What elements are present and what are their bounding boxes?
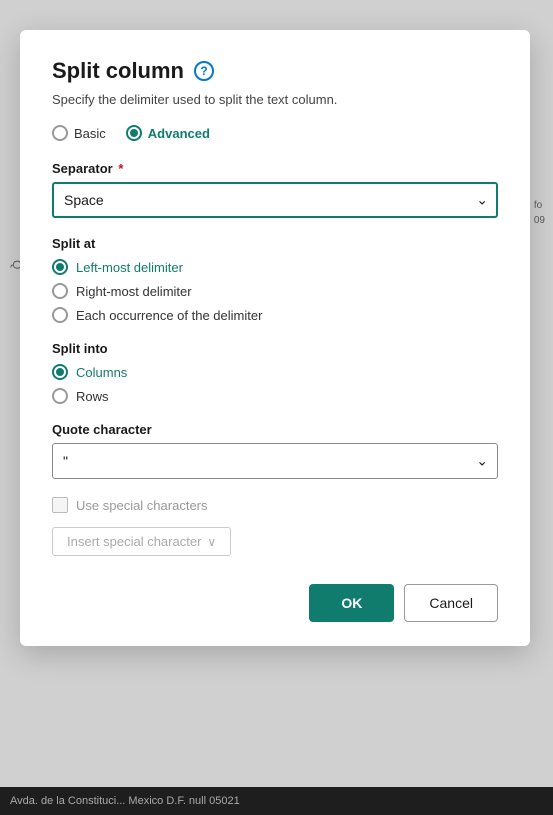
split-into-rows-label: Rows [76, 389, 109, 404]
split-at-rightmost-label: Right-most delimiter [76, 284, 192, 299]
split-at-each-radio[interactable] [52, 307, 68, 323]
mode-basic-label: Basic [74, 126, 106, 141]
separator-select[interactable]: Space Comma Tab Semicolon Custom [52, 182, 498, 218]
split-into-label: Split into [52, 341, 498, 356]
split-at-leftmost-radio[interactable] [52, 259, 68, 275]
split-at-each-label: Each occurrence of the delimiter [76, 308, 262, 323]
split-into-columns-label: Columns [76, 365, 127, 380]
insert-special-character-label: Insert special character [67, 534, 201, 549]
mode-radio-row: Basic Advanced [52, 125, 498, 141]
split-at-section: Split at Left-most delimiter Right-most … [52, 236, 498, 323]
dialog-subtitle: Specify the delimiter used to split the … [52, 92, 498, 107]
mode-advanced-radio[interactable] [126, 125, 142, 141]
cancel-button[interactable]: Cancel [404, 584, 498, 622]
insert-special-character-arrow-icon: ∨ [207, 535, 216, 549]
bottom-bar: Avda. de la Constituci... Mexico D.F. nu… [0, 787, 553, 815]
mode-basic-option[interactable]: Basic [52, 125, 106, 141]
split-into-columns-option[interactable]: Columns [52, 364, 498, 380]
split-at-label: Split at [52, 236, 498, 251]
split-into-rows-option[interactable]: Rows [52, 388, 498, 404]
split-at-rightmost-option[interactable]: Right-most delimiter [52, 283, 498, 299]
ok-button[interactable]: OK [309, 584, 394, 622]
separator-select-wrapper: Space Comma Tab Semicolon Custom ⌄ [52, 182, 498, 218]
use-special-characters-row: Use special characters [52, 497, 498, 513]
split-into-columns-radio[interactable] [52, 364, 68, 380]
use-special-characters-label: Use special characters [76, 498, 208, 513]
bottom-bar-text: Avda. de la Constituci... Mexico D.F. nu… [10, 795, 240, 807]
quote-character-label: Quote character [52, 422, 498, 437]
dialog-title: Split column [52, 58, 184, 84]
split-at-each-option[interactable]: Each occurrence of the delimiter [52, 307, 498, 323]
quote-character-section: Quote character " ' None ⌄ [52, 422, 498, 479]
split-into-radio-group: Columns Rows [52, 364, 498, 404]
mode-advanced-label: Advanced [148, 126, 210, 141]
split-column-dialog: Split column ? Specify the delimiter use… [20, 30, 530, 646]
separator-label: Separator * [52, 161, 498, 176]
split-into-rows-radio[interactable] [52, 388, 68, 404]
right-side-decoration: fo 09 [534, 200, 545, 226]
split-at-rightmost-radio[interactable] [52, 283, 68, 299]
insert-special-character-wrapper: Insert special character ∨ [52, 527, 498, 556]
help-icon[interactable]: ? [194, 61, 214, 81]
split-into-section: Split into Columns Rows [52, 341, 498, 404]
split-at-leftmost-label: Left-most delimiter [76, 260, 183, 275]
dialog-title-row: Split column ? [52, 58, 498, 84]
dialog-footer: OK Cancel [52, 584, 498, 622]
insert-special-character-button[interactable]: Insert special character ∨ [52, 527, 231, 556]
split-at-leftmost-option[interactable]: Left-most delimiter [52, 259, 498, 275]
split-at-radio-group: Left-most delimiter Right-most delimiter… [52, 259, 498, 323]
quote-character-select[interactable]: " ' None [52, 443, 498, 479]
quote-character-select-wrapper: " ' None ⌄ [52, 443, 498, 479]
required-star: * [115, 161, 124, 176]
mode-advanced-option[interactable]: Advanced [126, 125, 210, 141]
mode-basic-radio[interactable] [52, 125, 68, 141]
separator-section: Separator * Space Comma Tab Semicolon Cu… [52, 161, 498, 218]
use-special-characters-checkbox[interactable] [52, 497, 68, 513]
